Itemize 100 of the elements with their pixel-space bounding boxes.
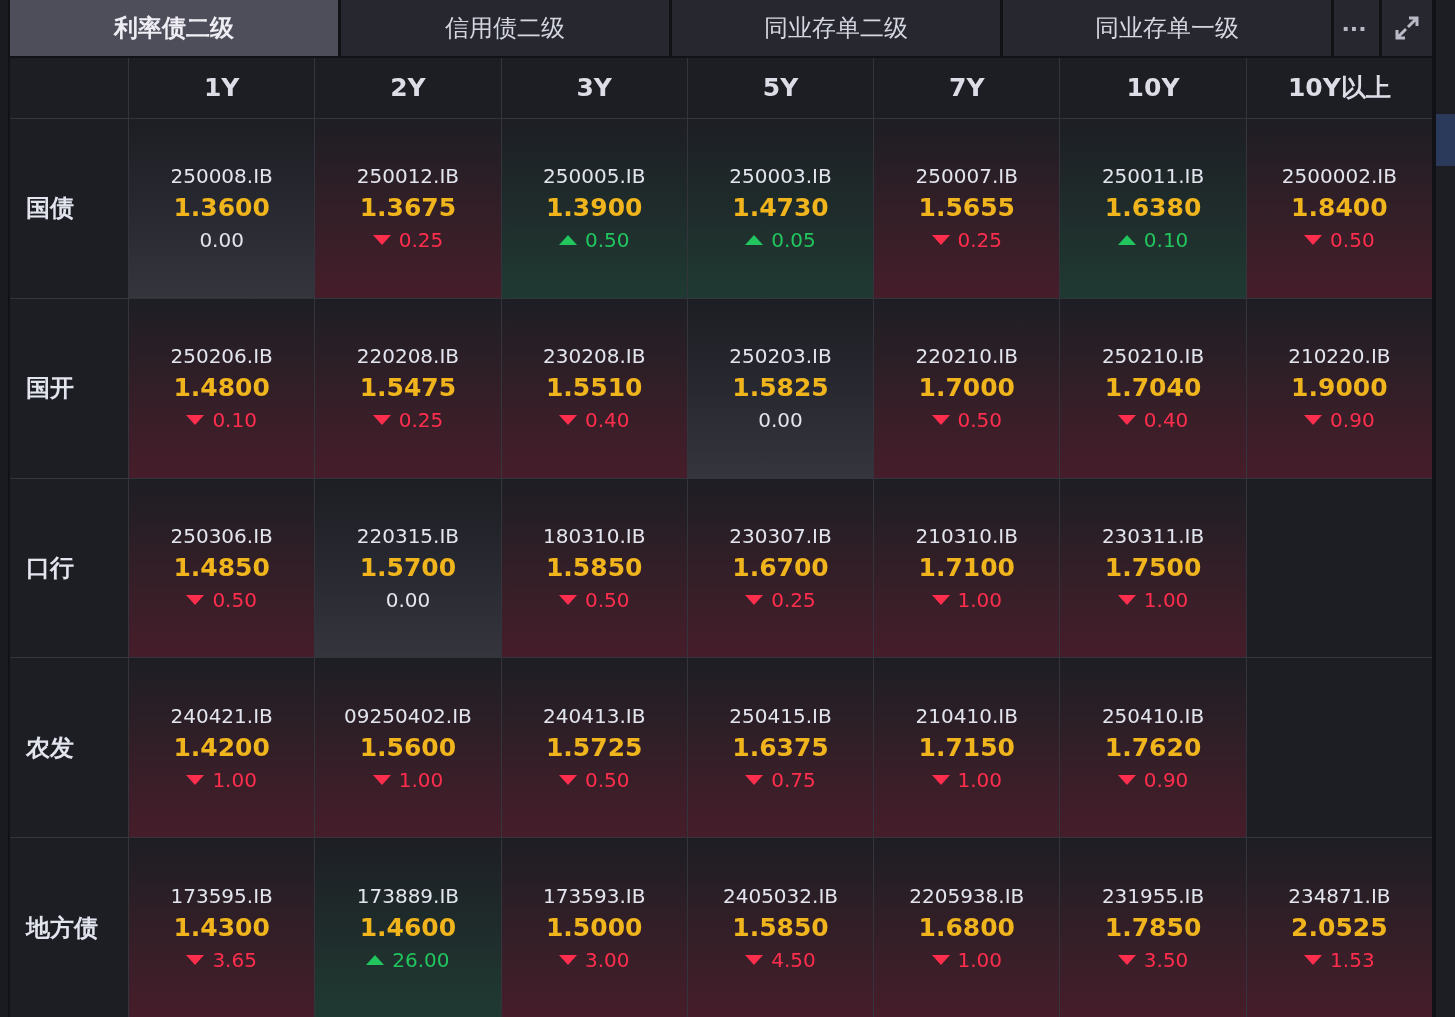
change-value: 3.65 [212, 946, 257, 974]
change-value: 0.90 [1330, 407, 1375, 435]
quote-cell[interactable]: 2405032.IB 1.5850 4.50 [687, 838, 874, 1017]
column-header: 7Y [874, 58, 1060, 118]
bond-code: 240413.IB [543, 702, 646, 730]
bond-code: 250410.IB [1101, 702, 1205, 730]
caret-down-icon [186, 954, 205, 965]
change-value: 0.00 [385, 587, 431, 614]
quote-cell[interactable]: 09250402.IB 1.5600 1.00 [315, 658, 501, 838]
bond-code: 250203.IB [729, 343, 832, 371]
row-header: 国开 [10, 298, 128, 478]
yield-value: 2.0525 [1291, 911, 1388, 944]
quote-cell[interactable]: 210410.IB 1.7150 1.00 [874, 658, 1060, 838]
quote-cell[interactable]: 220208.IB 1.5475 0.25 [315, 298, 501, 478]
quote-cell[interactable]: 173593.IB 1.5000 3.00 [501, 838, 687, 1017]
change-value: 3.50 [1143, 946, 1189, 974]
caret-down-icon [745, 595, 764, 605]
bond-code: 173595.IB [170, 882, 273, 910]
yield-value: 1.7620 [1104, 731, 1202, 764]
column-header: 2Y [315, 58, 501, 118]
change-value: 1.00 [1143, 587, 1189, 614]
quote-cell[interactable]: 250206.IB 1.4800 0.10 [129, 298, 315, 478]
quote-cell[interactable]: 230307.IB 1.6700 0.25 [687, 478, 874, 658]
change-value: 1.00 [957, 587, 1003, 614]
caret-up-icon [366, 954, 385, 965]
quote-cell[interactable]: 210310.IB 1.7100 1.00 [874, 478, 1060, 658]
quote-cell[interactable]: 220210.IB 1.7000 0.50 [874, 298, 1060, 478]
bond-code: 220210.IB [915, 343, 1018, 371]
yield-value: 1.5850 [732, 911, 829, 944]
quote-cell[interactable]: 250415.IB 1.6375 0.75 [687, 658, 874, 838]
yield-value: 1.5000 [545, 911, 643, 944]
scroll-thumb[interactable] [1436, 114, 1455, 166]
quote-cell[interactable]: 230311.IB 1.7500 1.00 [1060, 478, 1246, 658]
quote-cell[interactable]: 250005.IB 1.3900 0.50 [501, 119, 687, 298]
column-header: 1Y [129, 58, 315, 118]
change-value: 0.50 [584, 587, 630, 614]
bond-code: 250210.IB [1101, 343, 1205, 371]
quote-cell[interactable]: 173889.IB 1.4600 26.00 [315, 838, 501, 1017]
yield-value: 1.5600 [359, 731, 457, 764]
caret-down-icon [558, 595, 577, 605]
change-value: 0.75 [771, 766, 816, 794]
quote-cell[interactable]: 250306.IB 1.4850 0.50 [129, 478, 315, 658]
caret-down-icon [558, 774, 577, 785]
quote-cell[interactable]: 234871.IB 2.0525 1.53 [1246, 838, 1432, 1017]
change-value: 0.00 [199, 227, 244, 255]
caret-up-icon [558, 235, 577, 246]
yield-value: 1.3675 [359, 192, 457, 225]
quote-cell[interactable]: 230208.IB 1.5510 0.40 [501, 298, 687, 478]
row-header: 国债 [10, 119, 128, 298]
change-value: 3.00 [584, 946, 630, 974]
yield-value: 1.6375 [732, 731, 829, 764]
caret-down-icon [931, 235, 950, 246]
caret-down-icon [1304, 954, 1323, 965]
change-value: 0.25 [957, 227, 1003, 255]
bond-code: 09250402.IB [344, 702, 472, 730]
caret-down-icon [931, 774, 950, 785]
quote-cell[interactable]: 250007.IB 1.5655 0.25 [874, 119, 1060, 298]
bond-code: 250012.IB [356, 163, 460, 191]
change-value: 0.50 [212, 587, 257, 614]
change-value: 0.10 [1143, 227, 1189, 255]
bond-code: 234871.IB [1288, 882, 1391, 910]
caret-down-icon [186, 774, 205, 785]
quote-cell[interactable]: 2500002.IB 1.8400 0.50 [1246, 119, 1432, 298]
caret-down-icon [1117, 954, 1136, 965]
tab[interactable]: 同业存单一级 [1002, 0, 1331, 56]
quote-cell[interactable]: 240421.IB 1.4200 1.00 [129, 658, 315, 838]
yield-value: 1.7040 [1104, 372, 1202, 405]
quote-cell[interactable]: 180310.IB 1.5850 0.50 [501, 478, 687, 658]
quote-cell[interactable]: 250410.IB 1.7620 0.90 [1060, 658, 1246, 838]
caret-down-icon [558, 415, 577, 426]
caret-down-icon [1117, 774, 1136, 785]
tab[interactable]: 利率债二级 [10, 0, 338, 56]
bond-code: 210220.IB [1288, 343, 1391, 371]
bond-code: 250003.IB [729, 163, 832, 191]
bond-code: 250306.IB [170, 523, 273, 550]
bond-code: 250206.IB [170, 343, 273, 371]
bond-code: 250007.IB [915, 163, 1018, 191]
quote-cell[interactable]: 2205938.IB 1.6800 1.00 [874, 838, 1060, 1017]
yield-value: 1.5725 [545, 731, 643, 764]
tab[interactable]: 信用债二级 [340, 0, 669, 56]
caret-down-icon [745, 954, 764, 965]
bond-code: 180310.IB [543, 523, 646, 550]
quote-cell[interactable]: 250210.IB 1.7040 0.40 [1060, 298, 1246, 478]
quote-cell[interactable]: 240413.IB 1.5725 0.50 [501, 658, 687, 838]
quote-cell[interactable]: 250003.IB 1.4730 0.05 [687, 119, 874, 298]
quote-cell[interactable]: 231955.IB 1.7850 3.50 [1060, 838, 1246, 1017]
change-value: 0.25 [771, 587, 816, 614]
bond-code: 250005.IB [543, 163, 646, 191]
quote-cell[interactable]: 250011.IB 1.6380 0.10 [1060, 119, 1246, 298]
bond-code: 240421.IB [170, 702, 273, 730]
tab[interactable]: 同业存单二级 [671, 0, 1000, 56]
bond-code: 2500002.IB [1281, 163, 1397, 191]
quote-cell[interactable]: 210220.IB 1.9000 0.90 [1246, 298, 1432, 478]
quote-cell[interactable]: 173595.IB 1.4300 3.65 [129, 838, 315, 1017]
quote-cell[interactable]: 250012.IB 1.3675 0.25 [315, 119, 501, 298]
yield-value: 1.7150 [918, 731, 1015, 764]
change-value: 1.53 [1330, 946, 1375, 974]
expand-button[interactable] [1381, 0, 1432, 56]
change-value: 0.50 [1330, 227, 1375, 255]
change-value: 0.00 [758, 407, 803, 435]
